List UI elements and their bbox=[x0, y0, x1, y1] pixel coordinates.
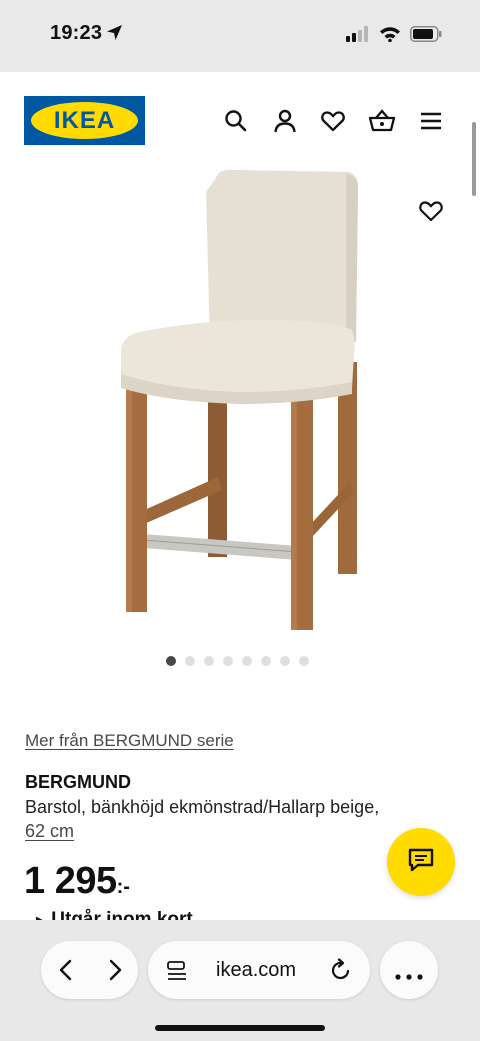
site-header: IKEA bbox=[0, 72, 480, 162]
chat-icon bbox=[407, 847, 435, 878]
basket-icon[interactable] bbox=[368, 108, 396, 134]
wifi-icon bbox=[379, 26, 401, 47]
price: 1 295:- bbox=[24, 860, 130, 903]
more-icon bbox=[395, 967, 423, 985]
reload-icon[interactable] bbox=[329, 958, 353, 987]
chat-button[interactable] bbox=[387, 828, 455, 896]
location-arrow-icon bbox=[106, 24, 123, 46]
pagination-dot[interactable] bbox=[204, 656, 214, 666]
price-amount: 1 295 bbox=[24, 860, 117, 902]
cellular-signal-icon bbox=[346, 26, 370, 47]
favorites-icon[interactable] bbox=[320, 108, 346, 134]
product-description: Barstol, bänkhöjd ekmönstrad/Hallarp bei… bbox=[25, 797, 380, 817]
price-suffix: :- bbox=[116, 876, 130, 898]
add-to-favorites-icon[interactable] bbox=[418, 198, 444, 224]
pagination-dot[interactable] bbox=[223, 656, 233, 666]
pagination-dot[interactable] bbox=[166, 656, 176, 666]
more-button[interactable] bbox=[380, 941, 438, 999]
ikea-logo[interactable]: IKEA bbox=[24, 96, 145, 145]
pagination-dot[interactable] bbox=[185, 656, 195, 666]
page-menu-icon[interactable] bbox=[166, 960, 188, 987]
url-text: ikea.com bbox=[216, 959, 297, 981]
back-icon[interactable] bbox=[55, 958, 77, 987]
account-icon[interactable] bbox=[272, 108, 298, 134]
product-name: BERGMUND bbox=[25, 772, 131, 792]
battery-icon bbox=[410, 26, 442, 47]
pagination-dot[interactable] bbox=[261, 656, 271, 666]
search-icon[interactable] bbox=[223, 108, 249, 134]
status-time: 19:23 bbox=[50, 22, 103, 44]
pagination-dot[interactable] bbox=[280, 656, 290, 666]
pagination-dot[interactable] bbox=[299, 656, 309, 666]
navigation-group bbox=[41, 941, 138, 999]
status-bar: 19:23 bbox=[0, 0, 480, 72]
product-image[interactable] bbox=[0, 162, 480, 640]
forward-icon[interactable] bbox=[104, 958, 126, 987]
product-size-link[interactable]: 62 cm bbox=[25, 821, 74, 842]
browser-toolbar: ikea.com bbox=[0, 920, 480, 1041]
address-bar[interactable]: ikea.com bbox=[148, 941, 370, 999]
series-link[interactable]: Mer från BERGMUND serie bbox=[25, 731, 234, 751]
image-pagination bbox=[166, 656, 309, 666]
menu-icon[interactable] bbox=[418, 108, 444, 134]
home-indicator[interactable] bbox=[155, 1025, 325, 1031]
pagination-dot[interactable] bbox=[242, 656, 252, 666]
logo-text: IKEA bbox=[53, 107, 116, 134]
